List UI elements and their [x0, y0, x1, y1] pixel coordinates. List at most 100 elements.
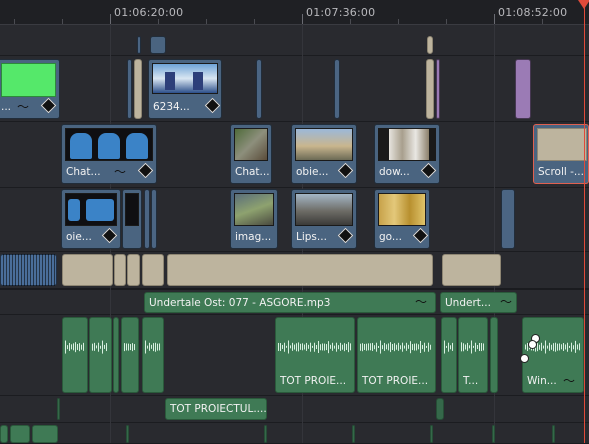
placeholder-clip[interactable]	[167, 254, 433, 286]
curve-keyframe-icon[interactable]: 〜	[114, 166, 126, 178]
video-clip-7[interactable]: oie...	[61, 189, 121, 249]
audio-clip[interactable]	[10, 425, 30, 443]
video-clip-8[interactable]: imag...	[230, 189, 278, 249]
placeholder-clip[interactable]	[442, 254, 501, 286]
clip-thumbnail	[234, 128, 268, 161]
playhead-line[interactable]	[584, 0, 585, 443]
audio-clip-voice-3[interactable]: T...	[458, 317, 488, 393]
clip-thumbnail	[234, 193, 274, 226]
placeholder-clip[interactable]	[427, 36, 433, 54]
audio-clip[interactable]	[492, 425, 495, 443]
adjustment-clip[interactable]	[436, 59, 440, 119]
waveform-bar	[444, 340, 445, 354]
waveform-bar	[406, 342, 407, 352]
video-clip-1[interactable]: ... 〜	[0, 59, 60, 119]
video-clip-2[interactable]: 6234...	[148, 59, 222, 119]
diamond-fx-icon[interactable]	[337, 162, 354, 179]
waveform-bar	[382, 345, 383, 349]
curve-keyframe-icon[interactable]: 〜	[563, 375, 575, 387]
curve-keyframe-icon[interactable]: 〜	[500, 296, 512, 308]
placeholder-clip[interactable]	[62, 254, 113, 286]
video-clip[interactable]	[150, 36, 166, 54]
keyframe-handle[interactable]	[520, 354, 529, 363]
video-clip[interactable]	[137, 36, 141, 54]
diamond-fx-icon[interactable]	[101, 227, 118, 244]
placeholder-clip[interactable]	[426, 59, 434, 119]
keyframe-handle[interactable]	[528, 340, 537, 349]
diamond-fx-icon[interactable]	[40, 97, 57, 114]
video-clip[interactable]	[334, 59, 340, 119]
playhead-handle[interactable]	[578, 0, 589, 9]
waveform-bar	[73, 343, 74, 351]
audio-clip[interactable]	[490, 317, 498, 393]
audio-clip[interactable]	[113, 317, 119, 393]
audio-clip-lower-1[interactable]: TOT PROIECTUL....	[165, 398, 267, 420]
placeholder-clip[interactable]	[134, 59, 142, 119]
audio-waveform	[461, 340, 485, 354]
audio-clip[interactable]	[32, 425, 58, 443]
placeholder-clip[interactable]	[114, 254, 126, 286]
video-clip-6[interactable]: dow...	[374, 124, 440, 184]
diamond-fx-icon[interactable]	[412, 227, 429, 244]
video-clip-5[interactable]: obie...	[291, 124, 357, 184]
audio-clip[interactable]	[62, 317, 88, 393]
audio-clip[interactable]	[0, 425, 8, 443]
curve-keyframe-icon[interactable]: 〜	[17, 101, 29, 113]
waveform-bar	[416, 343, 417, 351]
placeholder-clip[interactable]	[142, 254, 164, 286]
diamond-fx-icon[interactable]	[420, 162, 437, 179]
timecode-label-1: 01:06:20:00	[114, 6, 184, 19]
audio-clip-voice-1[interactable]: TOT PROIE...	[275, 317, 355, 393]
audio-clip[interactable]	[264, 425, 267, 443]
waveform-bar	[368, 343, 369, 351]
audio-clip[interactable]	[57, 398, 60, 420]
waveform-bar	[372, 342, 373, 352]
waveform-bar	[75, 342, 76, 352]
waveform-bar	[428, 342, 429, 352]
video-clip-4[interactable]: Chat...	[230, 124, 272, 184]
clip-label: Undert...	[445, 297, 491, 309]
diamond-fx-icon[interactable]	[137, 162, 154, 179]
waveform-bar	[304, 344, 305, 350]
audio-clip-music-1[interactable]: Undertale Ost: 077 - ASGORE.mp3 〜	[144, 292, 436, 313]
audio-clip[interactable]	[142, 317, 164, 393]
audio-clip[interactable]	[121, 317, 139, 393]
audio-clip[interactable]	[430, 425, 433, 443]
adjustment-clip[interactable]	[515, 59, 531, 119]
placeholder-clip[interactable]	[127, 254, 140, 286]
ruler-minor-tick	[542, 19, 543, 24]
audio-clip[interactable]	[436, 398, 444, 420]
audio-clip[interactable]	[352, 425, 355, 443]
video-clip[interactable]	[501, 189, 515, 249]
video-clip-3[interactable]: Chat... 〜	[61, 124, 157, 184]
waveform-bar	[316, 345, 317, 349]
waveform-bar	[563, 343, 564, 351]
audio-clip[interactable]	[552, 425, 555, 443]
waveform-bar	[422, 345, 423, 349]
ruler-minor-tick	[206, 19, 207, 24]
audio-clip[interactable]	[441, 317, 457, 393]
timeline-ruler[interactable]: 01:06:20:00 01:07:36:00 01:08:52:00	[0, 0, 589, 25]
audio-clip[interactable]	[126, 425, 129, 443]
audio-clip-voice-2[interactable]: TOT PROIE...	[357, 317, 436, 393]
video-clip[interactable]	[122, 189, 142, 249]
video-clip[interactable]	[144, 189, 150, 249]
video-clip[interactable]	[256, 59, 262, 119]
ruler-minor-tick	[350, 19, 351, 24]
video-clip-strip[interactable]	[0, 254, 57, 286]
audio-clip-voice-4[interactable]: Win... 〜	[522, 317, 584, 393]
diamond-fx-icon[interactable]	[337, 227, 354, 244]
audio-clip[interactable]	[89, 317, 112, 393]
curve-keyframe-icon[interactable]: 〜	[415, 296, 427, 308]
waveform-bar	[398, 342, 399, 352]
video-clip[interactable]	[151, 189, 157, 249]
waveform-bar	[471, 340, 472, 354]
clip-label: go...	[379, 231, 402, 243]
video-clip-selected[interactable]: Scroll -...	[533, 124, 589, 184]
video-clip[interactable]	[127, 59, 132, 119]
video-clip-9[interactable]: Lips...	[291, 189, 357, 249]
waveform-bar	[418, 344, 419, 350]
diamond-fx-icon[interactable]	[204, 97, 221, 114]
audio-clip-music-2[interactable]: Undert... 〜	[440, 292, 517, 313]
video-clip-10[interactable]: go...	[374, 189, 430, 249]
